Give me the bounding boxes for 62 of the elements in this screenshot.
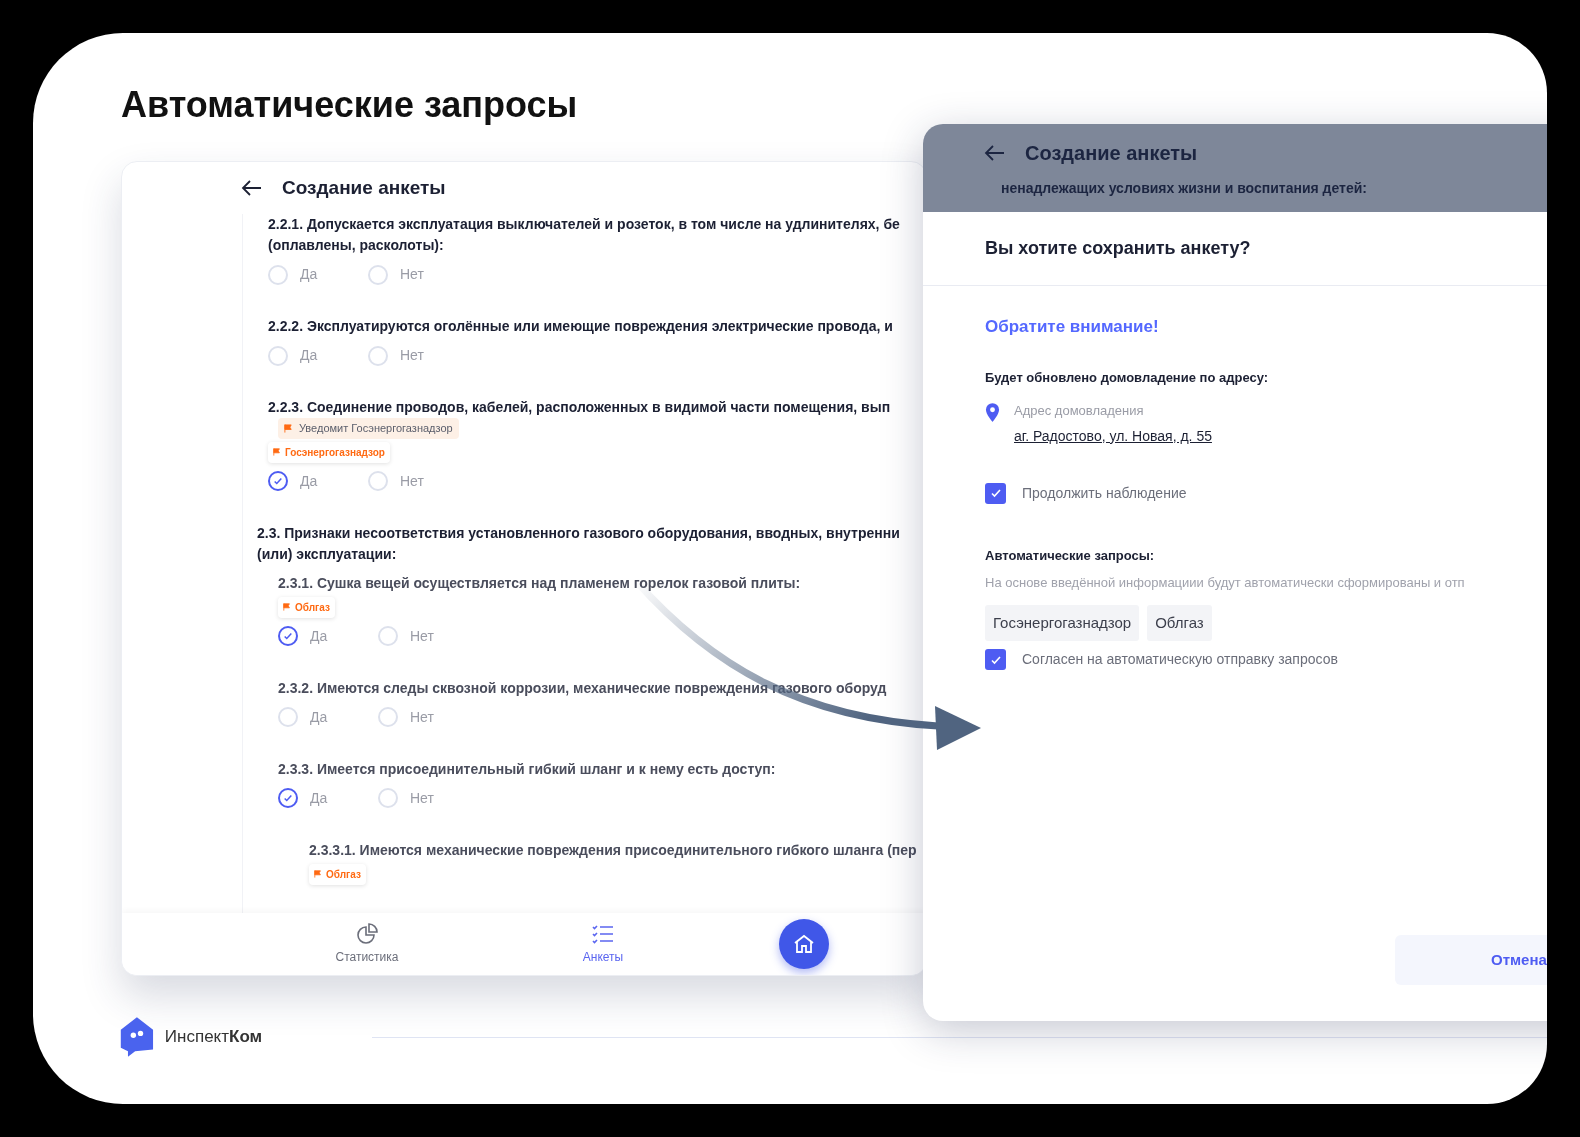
flag-icon: [314, 870, 322, 878]
flag-icon: [273, 448, 281, 456]
radio-label: Да: [310, 788, 328, 808]
checkbox-label: Продолжить наблюдение: [1022, 483, 1187, 503]
checkbox-label: Согласен на автоматическую отправку запросов: [1022, 650, 1338, 669]
attention-heading: Обратите внимание!: [985, 316, 1160, 338]
check-icon: [283, 793, 293, 803]
radio-label: Да: [310, 626, 328, 646]
check-icon: [273, 476, 283, 486]
question-text: 2.3. Признаки несоответствия установленного газового оборудования, вводных, внутренни: [257, 523, 901, 543]
question-text: 2.2.3. Соединение проводов, кабелей, расположенных в видимой части помещения, вып: [268, 398, 892, 417]
radio-button[interactable]: [278, 626, 298, 646]
check-icon: [283, 631, 293, 641]
radio-label: Да: [310, 707, 328, 727]
radio-label: Нет: [410, 707, 434, 727]
question-text: (оплавлены, расколоты):: [268, 236, 445, 255]
radio-label: Да: [300, 471, 318, 491]
auto-requests-description: На основе введённой информациии будут автоматически сформированы и отп: [985, 574, 1466, 592]
home-button[interactable]: [779, 919, 829, 969]
question-text: 2.2.1. Допускается эксплуатация выключателей и розеток, в том числе на удлинителях, бе: [268, 215, 901, 234]
radio-label: Нет: [400, 471, 424, 491]
radio-button[interactable]: [268, 471, 288, 491]
dialog-question: Вы хотите сохранить анкету?: [985, 237, 1251, 260]
recipient-chip: Облгаз: [1147, 604, 1212, 641]
slide-title: Автоматические запросы: [121, 83, 579, 127]
radio-label: Нет: [410, 788, 434, 808]
question-text: 2.3.3. Имеется присоединительный гибкий шланг и к нему есть доступ:: [278, 759, 777, 779]
agency-tag: Госэнергогазнадзор: [268, 441, 390, 463]
checkbox[interactable]: [985, 482, 1006, 504]
notice-text: Уведомит Госэнергогазнадзор: [299, 421, 453, 436]
radio-label: Нет: [400, 265, 424, 284]
location-pin-icon: [985, 403, 1000, 422]
address-heading: Будет обновлено домовладение по адресу:: [985, 368, 1270, 387]
screen-title: Создание анкеты: [282, 175, 446, 200]
screen-title: Создание анкеты: [1025, 141, 1198, 166]
check-icon: [989, 487, 1002, 499]
radio-label: Да: [300, 265, 318, 284]
question-text: (или) эксплуатации:: [257, 544, 398, 564]
auto-requests-heading: Автоматические запросы:: [985, 546, 1156, 565]
question-text: 2.3.1. Сушка вещей осуществляется над пламенем горелок газовой плиты:: [278, 573, 802, 593]
address-link[interactable]: аг. Радостово, ул. Новая, д. 55: [1014, 425, 1212, 447]
agency-tag: Облгаз: [309, 863, 366, 885]
nav-tab[interactable]: Статистика: [307, 922, 427, 966]
pie-chart-icon: [355, 922, 379, 946]
brand-name: ИнспектКом: [164, 1026, 263, 1049]
recipient-chip: Госэнергогазнадзор: [985, 604, 1140, 641]
address-caption: Адрес домовладения: [1014, 402, 1145, 420]
checklist-icon: [591, 922, 615, 946]
question-text: 2.3.3.1. Имеются механические повреждения присоединительного гибкого шланга (пер: [309, 840, 918, 860]
radio-label: Нет: [400, 346, 424, 365]
question-text: ненадлежащих условиях жизни и воспитания детей:: [1001, 179, 1368, 198]
radio-label: Нет: [410, 626, 434, 646]
flag-icon: [283, 603, 291, 611]
cancel-button[interactable]: Отмена: [1395, 935, 1547, 985]
checkbox[interactable]: [985, 649, 1006, 670]
question-text: 2.2.2. Эксплуатируются оголённые или имеющие повреждения электрические провода, и: [268, 317, 894, 336]
radio-button[interactable]: [278, 788, 298, 808]
agency-tag: Облгаз: [278, 596, 335, 618]
flag-icon: [284, 423, 293, 433]
home-icon: [792, 932, 816, 956]
nav-tab[interactable]: Анкеты: [543, 922, 663, 966]
radio-label: Да: [300, 346, 318, 365]
